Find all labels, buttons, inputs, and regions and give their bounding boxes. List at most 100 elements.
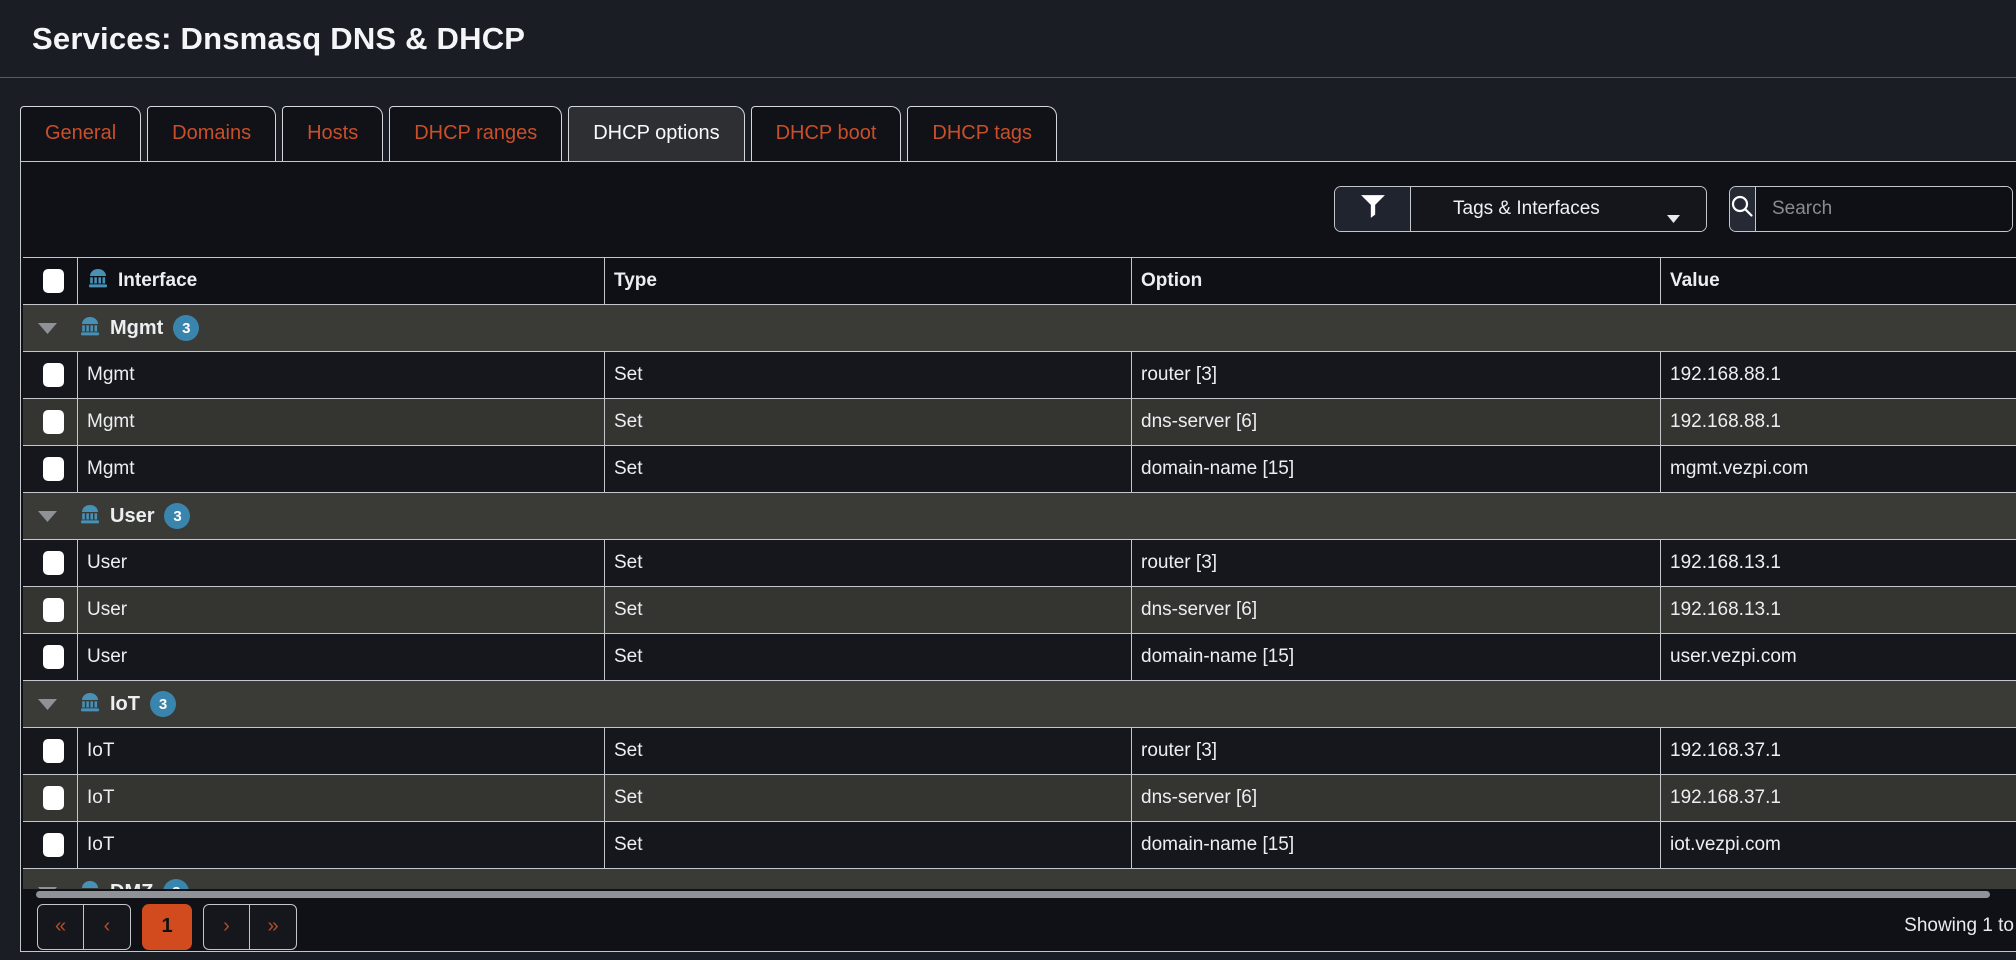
cell-value: user.vezpi.com [1661, 634, 2016, 680]
row-checkbox-cell [23, 446, 78, 492]
pagination-status: Showing 1 to [1904, 915, 2014, 937]
group-label: DMZ [110, 881, 153, 890]
row-checkbox[interactable] [43, 645, 64, 669]
pagination-first-button[interactable]: « [38, 905, 84, 949]
group-count-badge: 3 [173, 315, 199, 341]
column-label-interface: Interface [118, 270, 197, 292]
table-row[interactable]: IoTSetrouter [3]192.168.37.1 [23, 728, 2016, 775]
search-button[interactable] [1730, 187, 1756, 231]
cell-value: 192.168.37.1 [1661, 775, 2016, 821]
row-checkbox[interactable] [43, 739, 64, 763]
row-checkbox[interactable] [43, 363, 64, 387]
cell-type: Set [605, 399, 1132, 445]
dhcp-options-table: Interface Type Option Value Mgmt3MgmtSet… [23, 257, 2016, 889]
cell-value: iot.vezpi.com [1661, 822, 2016, 868]
row-checkbox-cell [23, 352, 78, 398]
cell-option: domain-name [15] [1132, 446, 1661, 492]
tab-domains[interactable]: Domains [147, 106, 276, 161]
collapse-caret-icon[interactable] [38, 699, 57, 710]
filter-group: Tags & Interfaces [1334, 186, 1707, 232]
cell-type: Set [605, 728, 1132, 774]
search-input[interactable] [1756, 187, 2013, 231]
table-row[interactable]: IoTSetdns-server [6]192.168.37.1 [23, 775, 2016, 822]
cell-type: Set [605, 540, 1132, 586]
cell-option: domain-name [15] [1132, 634, 1661, 680]
table-row[interactable]: MgmtSetrouter [3]192.168.88.1 [23, 352, 2016, 399]
bank-icon [79, 504, 101, 529]
row-checkbox-cell [23, 587, 78, 633]
group-label: Mgmt [110, 317, 163, 340]
row-checkbox[interactable] [43, 833, 64, 857]
pagination-prev-button[interactable]: ‹ [84, 905, 130, 949]
header-checkbox-cell [23, 258, 78, 304]
table-row[interactable]: MgmtSetdns-server [6]192.168.88.1 [23, 399, 2016, 446]
filter-button[interactable] [1335, 187, 1411, 231]
table-row[interactable]: UserSetdomain-name [15]user.vezpi.com [23, 634, 2016, 681]
cell-type: Set [605, 822, 1132, 868]
row-checkbox-cell [23, 399, 78, 445]
horizontal-scrollbar [21, 889, 2016, 901]
collapse-caret-icon[interactable] [38, 323, 57, 334]
tags-interfaces-dropdown[interactable]: Tags & Interfaces [1411, 187, 1706, 231]
cell-type: Set [605, 352, 1132, 398]
tab-dhcp-boot[interactable]: DHCP boot [751, 106, 902, 161]
cell-type: Set [605, 634, 1132, 680]
column-header-value[interactable]: Value [1661, 258, 2016, 304]
row-checkbox-cell [23, 775, 78, 821]
title-bar: Services: Dnsmasq DNS & DHCP [0, 0, 2016, 78]
toolbar: Tags & Interfaces [21, 162, 2016, 257]
row-checkbox-cell [23, 822, 78, 868]
pagination-last-button[interactable]: » [250, 905, 296, 949]
tab-dhcp-ranges[interactable]: DHCP ranges [389, 106, 562, 161]
row-checkbox[interactable] [43, 457, 64, 481]
dropdown-selected-value: Tags & Interfaces [1453, 198, 1600, 220]
group-count-badge: 3 [164, 503, 190, 529]
table-body: Mgmt3MgmtSetrouter [3]192.168.88.1MgmtSe… [23, 305, 2016, 889]
group-row-iot[interactable]: IoT3 [23, 681, 2016, 728]
column-label-type: Type [614, 270, 657, 292]
table-row[interactable]: UserSetdns-server [6]192.168.13.1 [23, 587, 2016, 634]
tab-hosts[interactable]: Hosts [282, 106, 383, 161]
column-header-option[interactable]: Option [1132, 258, 1661, 304]
column-header-interface[interactable]: Interface [78, 258, 605, 304]
search-group [1729, 186, 2013, 232]
row-checkbox[interactable] [43, 551, 64, 575]
cell-option: dns-server [6] [1132, 775, 1661, 821]
cell-value: 192.168.88.1 [1661, 399, 2016, 445]
table-row[interactable]: IoTSetdomain-name [15]iot.vezpi.com [23, 822, 2016, 869]
bank-icon [79, 692, 101, 717]
tab-dhcp-tags[interactable]: DHCP tags [907, 106, 1057, 161]
cell-value: 192.168.13.1 [1661, 540, 2016, 586]
horizontal-scrollbar-thumb[interactable] [36, 891, 1990, 898]
chevron-down-icon [1667, 207, 1680, 229]
cell-interface: Mgmt [78, 446, 605, 492]
cell-option: router [3] [1132, 728, 1661, 774]
pagination-next-button[interactable]: › [204, 905, 250, 949]
row-checkbox[interactable] [43, 598, 64, 622]
pagination-page-1-button[interactable]: 1 [142, 904, 192, 950]
table-row[interactable]: UserSetrouter [3]192.168.13.1 [23, 540, 2016, 587]
select-all-checkbox[interactable] [43, 269, 64, 293]
cell-interface: Mgmt [78, 352, 605, 398]
tab-general[interactable]: General [20, 106, 141, 161]
cell-interface: User [78, 587, 605, 633]
cell-option: dns-server [6] [1132, 587, 1661, 633]
group-row-dmz[interactable]: DMZ3 [23, 869, 2016, 889]
column-header-type[interactable]: Type [605, 258, 1132, 304]
group-row-user[interactable]: User3 [23, 493, 2016, 540]
cell-interface: User [78, 540, 605, 586]
tab-dhcp-options[interactable]: DHCP options [568, 106, 744, 161]
group-count-badge: 3 [150, 691, 176, 717]
row-checkbox-cell [23, 540, 78, 586]
row-checkbox[interactable] [43, 786, 64, 810]
content-panel: Tags & Interfaces [20, 162, 2016, 952]
table-row[interactable]: MgmtSetdomain-name [15]mgmt.vezpi.com [23, 446, 2016, 493]
collapse-caret-icon[interactable] [38, 511, 57, 522]
magnifier-icon [1730, 194, 1755, 224]
pagination-back-group: « ‹ [37, 904, 131, 950]
group-row-mgmt[interactable]: Mgmt 3 [23, 305, 2016, 352]
cell-value: 192.168.37.1 [1661, 728, 2016, 774]
row-checkbox[interactable] [43, 410, 64, 434]
cell-interface: IoT [78, 822, 605, 868]
cell-option: router [3] [1132, 352, 1661, 398]
